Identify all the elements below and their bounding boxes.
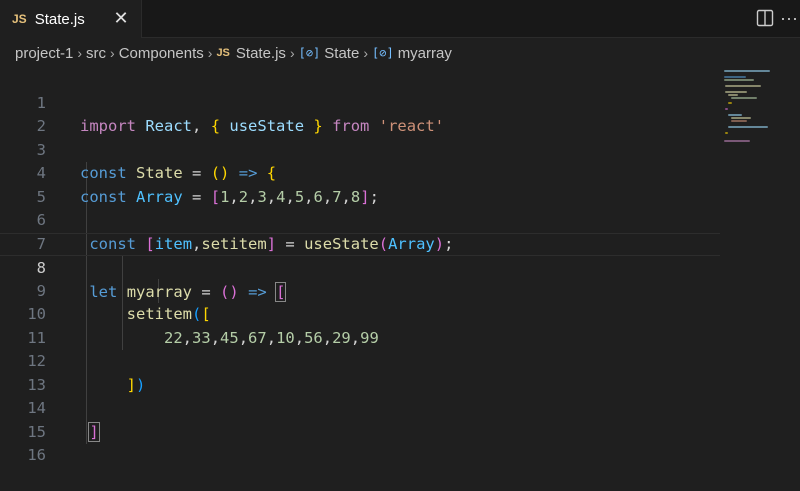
breadcrumb-item-src[interactable]: src: [86, 45, 106, 62]
code-editor[interactable]: 1 import React, { useState } from 'react…: [0, 68, 720, 464]
breadcrumb-item-file[interactable]: State.js: [236, 45, 286, 62]
code-line: 10 22,33,45,67,10,56,29,99: [0, 280, 720, 347]
split-editor-icon[interactable]: [756, 9, 774, 27]
tab-state-js[interactable]: JS State.js ✕: [0, 0, 142, 38]
breadcrumb-item-components[interactable]: Components: [119, 45, 204, 62]
minimap-line: [731, 97, 757, 99]
code-line: 2: [0, 92, 720, 135]
editor-tab-bar: JS State.js ✕ ···: [0, 0, 800, 38]
code-line: 7: [0, 209, 720, 253]
minimap-line: [724, 79, 754, 81]
minimap-line: [731, 117, 751, 119]
code-line: 3 const State = () => {: [0, 115, 720, 183]
chevron-right-icon: ›: [207, 45, 213, 61]
minimap-line: [725, 91, 747, 93]
more-actions-icon[interactable]: ···: [780, 8, 798, 28]
code-line: 13: [0, 350, 720, 394]
code-line: 4 const Array = [1,2,3,4,5,6,7,8];: [0, 139, 720, 206]
minimap-line: [725, 132, 728, 134]
code-line: 16: [0, 421, 720, 464]
code-line: 14 ]: [0, 374, 720, 442]
close-icon[interactable]: ✕: [111, 8, 131, 28]
code-line-active: 8 let myarray = () => [: [0, 232, 720, 302]
code-line: 15: [0, 397, 720, 441]
js-file-icon: JS: [216, 47, 230, 59]
minimap-line: [728, 114, 742, 116]
minimap-line: [724, 76, 746, 78]
chevron-right-icon: ›: [289, 45, 295, 61]
minimap-line: [731, 120, 747, 122]
minimap-line: [725, 108, 728, 110]
code-line: 11: [0, 303, 720, 347]
symbol-variable-icon: [⊘]: [298, 46, 321, 60]
line-number: 16: [27, 446, 46, 464]
minimap-line: [728, 102, 732, 104]
minimap-line: [724, 140, 750, 142]
chevron-right-icon: ›: [77, 45, 83, 61]
minimap-line: [724, 70, 770, 72]
symbol-variable-icon: [⊘]: [372, 46, 394, 60]
tab-label: State.js: [34, 10, 85, 28]
minimap[interactable]: [720, 68, 800, 447]
chevron-right-icon: ›: [363, 45, 368, 61]
js-file-icon: JS: [12, 12, 27, 26]
minimap-line: [725, 85, 761, 87]
code-line: 1 import React, { useState } from 'react…: [0, 68, 720, 136]
minimap-line: [728, 94, 738, 96]
code-line: 12 ]): [0, 327, 720, 394]
breadcrumb-item-symbol-myarray[interactable]: myarray: [398, 45, 452, 62]
breadcrumb-item-symbol-state[interactable]: State: [324, 45, 359, 62]
code-line: 5: [0, 162, 720, 206]
code-line: 6 const [item,setitem] = useState(Array)…: [0, 186, 720, 253]
code-line: 9 setitem([: [0, 256, 720, 324]
breadcrumb: project-1 › src › Components › JS State.…: [0, 38, 800, 68]
breadcrumb-item-project[interactable]: project-1: [15, 45, 73, 62]
minimap-line: [728, 126, 768, 128]
chevron-right-icon: ›: [110, 45, 115, 61]
